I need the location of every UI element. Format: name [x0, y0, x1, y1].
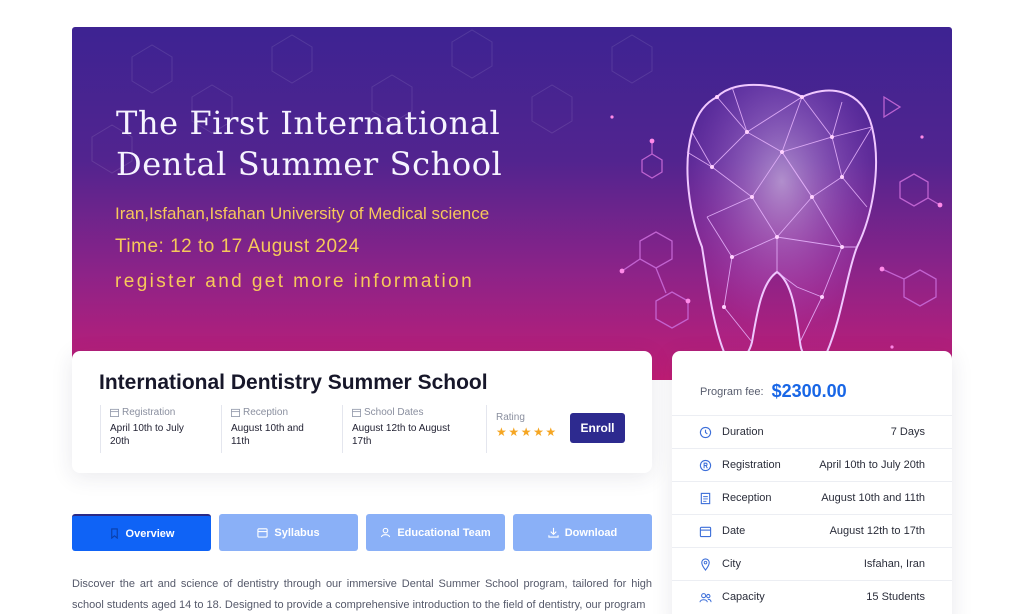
info-row-reception: Reception August 10th and 11th: [672, 481, 952, 514]
info-row-date: Date August 12th to 17th: [672, 514, 952, 547]
reception-row-label: Reception: [722, 492, 772, 504]
school-dates-value: August 12th to August 17th: [352, 423, 450, 447]
info-row-registration: Registration April 10th to July 20th: [672, 448, 952, 481]
calendar-icon: [231, 408, 240, 417]
tab-syllabus[interactable]: Syllabus: [219, 514, 358, 551]
city-row-value: Isfahan, Iran: [863, 558, 925, 570]
users-icon: [699, 592, 712, 602]
banner-time: Time: 12 to 17 August 2024: [115, 236, 360, 257]
date-row-label: Date: [722, 525, 746, 537]
calendar-icon: [352, 408, 361, 417]
map-pin-icon: [701, 557, 710, 571]
calendar-icon: [699, 526, 712, 537]
tab-educational-team[interactable]: Educational Team: [366, 514, 505, 551]
capacity-row-label: Capacity: [722, 591, 765, 603]
duration-label: Duration: [722, 426, 764, 438]
reception-label: Reception: [243, 406, 289, 418]
bookmark-icon: [110, 528, 118, 539]
rating-meta: Rating ★★★★★: [486, 405, 562, 453]
reception-value: August 10th and 11th: [231, 423, 304, 447]
school-dates-meta: School Dates August 12th to August 17th: [342, 405, 472, 453]
document-icon: [700, 492, 711, 504]
course-title: International Dentistry Summer School: [99, 371, 488, 394]
rating-label: Rating: [496, 412, 525, 423]
program-fee: Program fee: $2300.00: [700, 381, 847, 402]
duration-value: 7 Days: [890, 426, 925, 438]
enroll-button[interactable]: Enroll: [570, 413, 625, 443]
program-fee-label: Program fee:: [700, 385, 764, 398]
info-row-duration: Duration 7 Days: [672, 415, 952, 448]
calendar-icon: [257, 528, 269, 538]
rating-stars: ★★★★★: [496, 425, 558, 439]
tab-educational-team-label: Educational Team: [397, 526, 491, 539]
registration-label: Registration: [122, 406, 176, 418]
download-icon: [548, 527, 559, 538]
capacity-row-value: 15 Students: [866, 591, 925, 603]
banner-title-line-2: Dental Summer School: [116, 145, 503, 183]
registration-meta: Registration April 10th to July 20th: [100, 405, 212, 453]
city-row-label: City: [722, 558, 741, 570]
registration-row-value: April 10th to July 20th: [819, 459, 925, 471]
banner-title: The First International Dental Summer Sc…: [116, 103, 586, 185]
date-row-value: August 12th to 17th: [829, 525, 925, 537]
course-description: Discover the art and science of dentistr…: [72, 578, 652, 611]
school-dates-label: School Dates: [364, 406, 424, 418]
tooth-icon: [600, 83, 943, 370]
clock-icon: [699, 426, 712, 438]
calendar-icon: [110, 408, 119, 417]
program-fee-value: $2300.00: [771, 381, 847, 401]
course-info-card: Program fee: $2300.00 Duration 7 Days Re…: [672, 351, 952, 614]
banner-register-cta[interactable]: register and get more information: [115, 271, 474, 293]
banner-location: Iran,Isfahan,Isfahan University of Medic…: [115, 204, 490, 223]
info-row-city: City Isfahan, Iran: [672, 547, 952, 580]
reception-row-value: August 10th and 11th: [821, 492, 925, 504]
user-icon: [381, 527, 391, 538]
banner-title-line-1: The First International: [116, 104, 501, 142]
registration-row-label: Registration: [722, 459, 781, 471]
registration-value: April 10th to July 20th: [110, 423, 184, 447]
registered-icon: [699, 459, 712, 471]
course-summary-card: International Dentistry Summer School Re…: [72, 351, 652, 473]
reception-meta: Reception August 10th and 11th: [221, 405, 333, 453]
tab-syllabus-label: Syllabus: [274, 526, 320, 539]
tab-overview-label: Overview: [125, 527, 175, 540]
tab-download[interactable]: Download: [513, 514, 652, 551]
tab-overview[interactable]: Overview: [72, 514, 211, 551]
info-row-capacity: Capacity 15 Students: [672, 580, 952, 613]
tab-download-label: Download: [564, 526, 618, 539]
hero-banner: The First International Dental Summer Sc…: [72, 27, 952, 380]
